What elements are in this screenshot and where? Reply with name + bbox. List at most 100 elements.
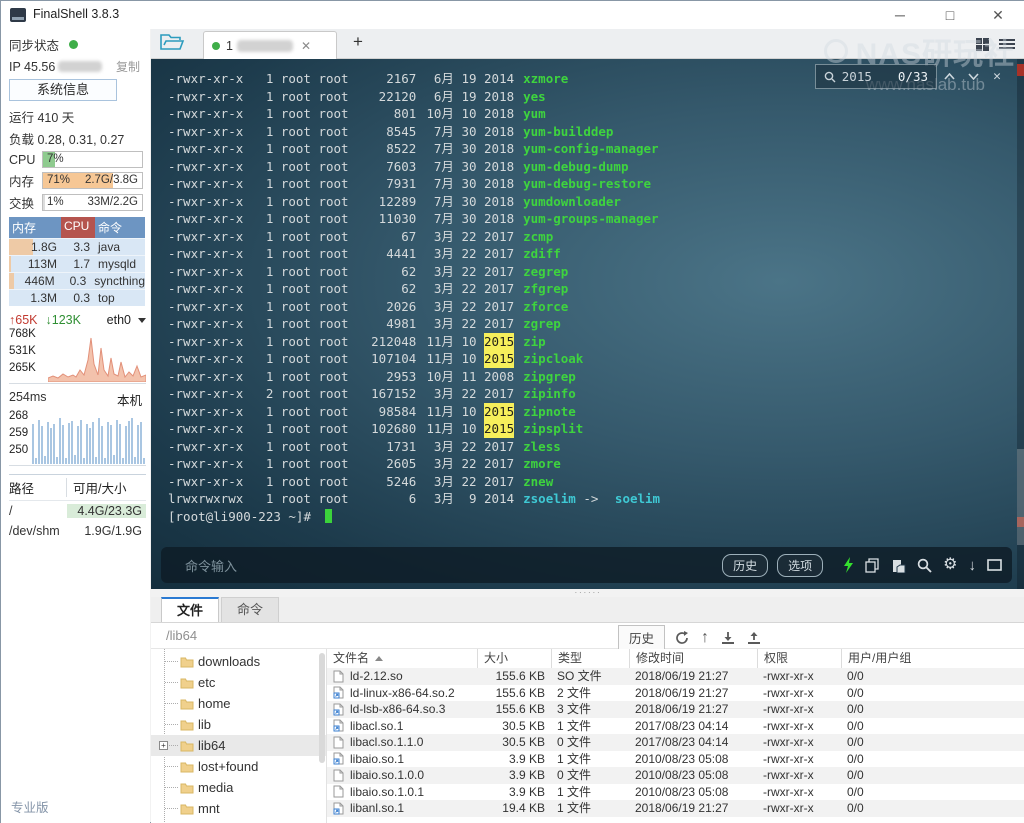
- terminal-panel[interactable]: -rwxr-xr-x1rootroot21676月192014xzmore-rw…: [151, 59, 1024, 589]
- window-title: FinalShell 3.8.3: [33, 7, 119, 21]
- col-filename[interactable]: 文件名: [327, 649, 477, 668]
- upload-icon[interactable]: [747, 631, 761, 645]
- file-type: SO 文件: [551, 668, 629, 685]
- process-col-mem[interactable]: 内存: [9, 217, 61, 238]
- search-input[interactable]: 2015 0/33: [815, 64, 937, 89]
- ping-host-label[interactable]: 本机: [117, 390, 142, 409]
- file-row[interactable]: libacl.so.1.1.030.5 KB0 文件2017/08/23 04:…: [327, 734, 1024, 751]
- layout-grid-icon[interactable]: [976, 38, 989, 51]
- scrollbar-thumb[interactable]: [1017, 449, 1024, 545]
- tree-item-home[interactable]: home: [151, 693, 326, 714]
- disk-table: 路径 可用/大小 /4.4G/23.3G/dev/shm1.9G/1.9G: [9, 474, 146, 541]
- search-prev-button[interactable]: [937, 64, 961, 89]
- tab-commands[interactable]: 命令: [221, 597, 279, 622]
- col-size[interactable]: 大小: [477, 649, 551, 668]
- file-name: ld-2.12.so: [327, 668, 477, 685]
- file-table: 文件名 大小 类型 修改时间 权限 用户/用户组 ld-2.12.so155.6…: [327, 649, 1024, 823]
- copy-ip-button[interactable]: 复制: [116, 58, 140, 75]
- col-user[interactable]: 用户/用户组: [841, 649, 1024, 668]
- terminal-line: -rwxr-xr-x1rootroot17313月222017zless: [168, 438, 1024, 456]
- file-row[interactable]: ld-lsb-x86-64.so.3155.6 KB3 文件2018/06/19…: [327, 701, 1024, 718]
- tree-item-mnt[interactable]: mnt: [151, 798, 326, 819]
- gear-icon[interactable]: ⚙: [943, 557, 957, 573]
- col-perm[interactable]: 权限: [757, 649, 841, 668]
- process-cpu: 0.3: [61, 290, 95, 306]
- window-icon[interactable]: [987, 559, 1002, 571]
- current-path[interactable]: /lib64: [166, 628, 197, 643]
- chevron-down-icon[interactable]: [138, 318, 146, 323]
- file-type: 3 文件: [551, 701, 629, 718]
- search-next-button[interactable]: [961, 64, 985, 89]
- file-row[interactable]: libacl.so.130.5 KB1 文件2017/08/23 04:14-r…: [327, 718, 1024, 735]
- process-cmd: mysqld: [95, 256, 145, 272]
- terminal-search-bar: 2015 0/33 ✕: [815, 64, 1009, 89]
- tree-item-lost+found[interactable]: lost+found: [151, 756, 326, 777]
- file-row[interactable]: libaio.so.1.0.13.9 KB1 文件2010/08/23 05:0…: [327, 784, 1024, 801]
- session-tab[interactable]: 1 ✕: [203, 31, 337, 59]
- meter-detail: 2.7G/3.8G: [85, 174, 138, 186]
- file-mtime: 2018/06/19 21:27: [629, 685, 757, 702]
- tree-item-lib64[interactable]: +lib64: [151, 735, 326, 756]
- process-row[interactable]: 1.3M0.3top: [9, 289, 145, 306]
- disk-path: /dev/shm: [9, 524, 67, 538]
- system-info-button[interactable]: 系统信息: [9, 79, 117, 101]
- col-type[interactable]: 类型: [551, 649, 629, 668]
- terminal-cursor: [325, 509, 332, 523]
- tab-files[interactable]: 文件: [161, 597, 219, 622]
- download-icon[interactable]: [721, 631, 735, 645]
- interface-selector[interactable]: eth0: [107, 313, 131, 327]
- file-row[interactable]: libaio.so.13.9 KB1 文件2010/08/23 05:08-rw…: [327, 751, 1024, 768]
- disk-path: /: [9, 504, 67, 518]
- tree-item-lib[interactable]: lib: [151, 714, 326, 735]
- file-row[interactable]: libaio.so.1.0.03.9 KB0 文件2010/08/23 05:0…: [327, 767, 1024, 784]
- maximize-button[interactable]: □: [929, 1, 971, 29]
- terminal-scrollbar[interactable]: [1017, 59, 1024, 589]
- panel-splitter[interactable]: ∙∙∙∙∙∙: [151, 589, 1024, 597]
- file-user: 0/0: [841, 767, 1024, 784]
- paste-icon[interactable]: [891, 558, 906, 573]
- tree-item-media[interactable]: media: [151, 777, 326, 798]
- tree-item-etc[interactable]: etc: [151, 672, 326, 693]
- tree-scrollbar[interactable]: [319, 653, 325, 763]
- process-row[interactable]: 113M1.7mysqld: [9, 255, 145, 272]
- file-row[interactable]: ld-linux-x86-64.so.2155.6 KB2 文件2018/06/…: [327, 685, 1024, 702]
- load-label: 负载 0.28, 0.31, 0.27: [9, 129, 146, 148]
- file-perm: -rwxr-xr-x: [757, 701, 841, 718]
- disk-col-size[interactable]: 可用/大小: [67, 478, 146, 497]
- history-button[interactable]: 历史: [722, 554, 768, 577]
- download-arrow-icon[interactable]: ↓: [969, 558, 977, 573]
- col-mtime[interactable]: 修改时间: [629, 649, 757, 668]
- search-icon: [824, 71, 836, 83]
- process-col-cmd[interactable]: 命令: [95, 217, 145, 238]
- connection-manager-button[interactable]: [159, 32, 193, 56]
- file-mtime: 2018/06/19 21:27: [629, 800, 757, 817]
- file-row[interactable]: ld-2.12.so155.6 KBSO 文件2018/06/19 21:27-…: [327, 668, 1024, 685]
- file-perm: -rwxr-xr-x: [757, 800, 841, 817]
- file-history-button[interactable]: 历史: [618, 625, 665, 650]
- tree-item-label: lib: [198, 717, 211, 732]
- process-row[interactable]: 1.8G3.3java: [9, 238, 145, 255]
- tree-item-label: mnt: [198, 801, 220, 816]
- command-input[interactable]: 命令输入: [185, 556, 722, 575]
- new-tab-button[interactable]: +: [347, 32, 369, 52]
- copy-icon[interactable]: [865, 558, 880, 573]
- process-col-cpu[interactable]: CPU: [61, 217, 95, 238]
- refresh-icon[interactable]: [675, 631, 689, 645]
- tree-branch-line: [165, 661, 178, 662]
- options-button[interactable]: 选项: [777, 554, 823, 577]
- minimize-button[interactable]: ─: [879, 1, 921, 29]
- tree-item-downloads[interactable]: downloads: [151, 651, 326, 672]
- menu-icon[interactable]: [999, 39, 1015, 51]
- tree-expand-icon[interactable]: +: [159, 741, 168, 750]
- close-button[interactable]: ✕: [977, 1, 1019, 29]
- search-icon[interactable]: [917, 558, 932, 573]
- disk-col-path[interactable]: 路径: [9, 478, 67, 497]
- tab-close-icon[interactable]: ✕: [301, 39, 311, 53]
- monitor-sidebar: 同步状态 IP 45.56 复制 系统信息 运行 410 天 负载 0.28, …: [1, 29, 150, 823]
- up-arrow-icon[interactable]: ↑: [701, 629, 709, 647]
- search-close-button[interactable]: ✕: [985, 64, 1009, 89]
- file-type: 1 文件: [551, 784, 629, 801]
- tree-item[interactable]: [151, 819, 326, 823]
- file-row[interactable]: libanl.so.119.4 KB1 文件2018/06/19 21:27-r…: [327, 800, 1024, 817]
- process-row[interactable]: 446M0.3syncthing: [9, 272, 145, 289]
